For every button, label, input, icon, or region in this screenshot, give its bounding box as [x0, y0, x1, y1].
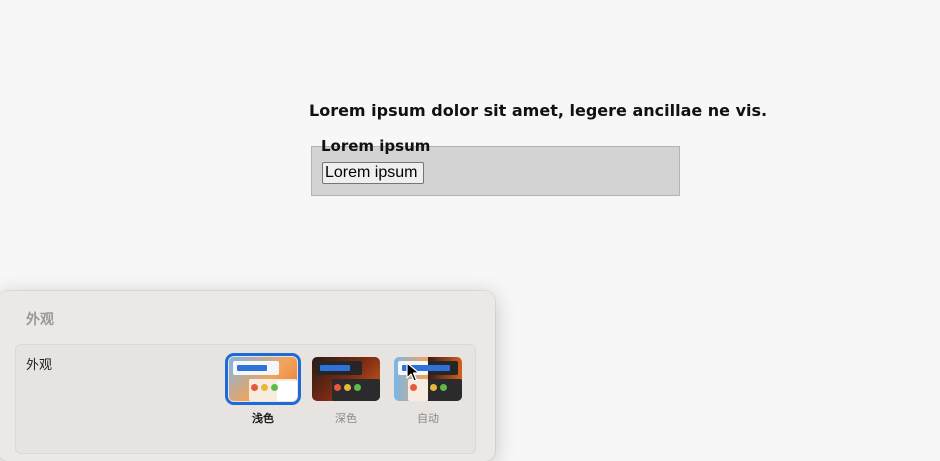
dark-preview-bar: [320, 365, 350, 371]
green-dot-icon: [271, 384, 278, 391]
green-dot-icon: [440, 384, 447, 391]
appearance-dark-label[interactable]: 深色: [312, 410, 380, 426]
red-dot-icon: [334, 384, 341, 391]
yellow-dot-icon: [261, 384, 268, 391]
appearance-row-label: 外观: [26, 358, 53, 373]
panel-title: 外观: [26, 312, 54, 328]
page-heading: Lorem ipsum dolor sit amet, legere ancil…: [309, 101, 768, 120]
yellow-dot-icon: [344, 384, 351, 391]
yellow-dot-icon: [430, 384, 437, 391]
red-dot-icon: [251, 384, 258, 391]
appearance-light-label[interactable]: 浅色: [229, 410, 297, 426]
fieldset-legend: Lorem ipsum: [321, 137, 431, 155]
appearance-light-option[interactable]: [225, 353, 301, 405]
red-dot-icon: [410, 384, 417, 391]
appearance-auto-option[interactable]: [394, 357, 462, 401]
lorem-button[interactable]: Lorem ipsum: [322, 162, 424, 184]
appearance-auto-label[interactable]: 自动: [394, 410, 462, 426]
light-preview-pane: [277, 381, 297, 401]
light-preview-bar: [237, 365, 267, 371]
green-dot-icon: [354, 384, 361, 391]
appearance-dark-option[interactable]: [312, 357, 380, 401]
mouse-pointer-icon: [406, 362, 420, 382]
